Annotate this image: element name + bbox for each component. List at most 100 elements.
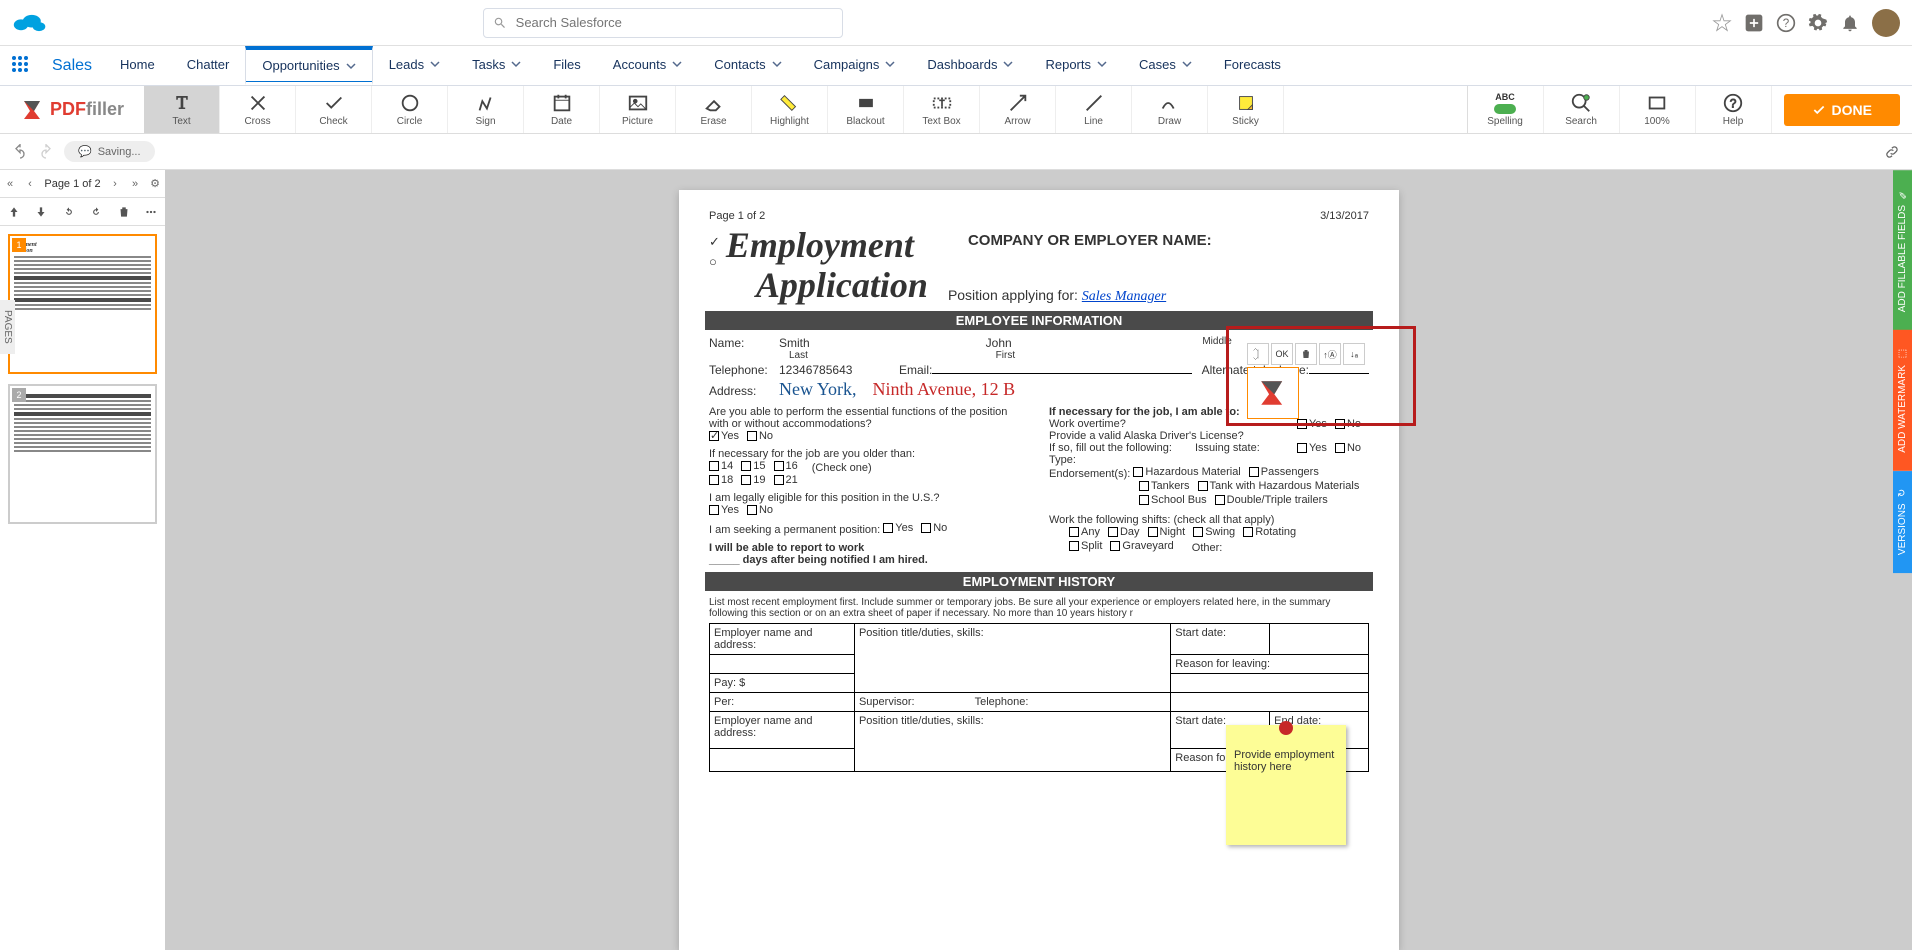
address-street[interactable]: Ninth Avenue, 12 B (873, 379, 1016, 400)
sign-tool[interactable]: Sign (448, 86, 524, 133)
arrow-tool[interactable]: Arrow (980, 86, 1056, 133)
add-icon[interactable] (1744, 13, 1764, 33)
picture-tool[interactable]: Picture (600, 86, 676, 133)
spelling-tool[interactable]: ABCSpelling (1468, 86, 1544, 133)
svg-text:?: ? (1730, 97, 1737, 111)
circle-tool[interactable]: Circle (372, 86, 448, 133)
doc-page-info: Page 1 of 2 (709, 210, 765, 222)
nav-item-contacts[interactable]: Contacts (698, 46, 797, 85)
nav-item-files[interactable]: Files (537, 46, 596, 85)
callout-size-down-icon[interactable]: ↓ₐ (1343, 343, 1365, 365)
text-tool[interactable]: TText (144, 86, 220, 133)
document-viewport[interactable]: Page 1 of 2 3/13/2017 ✓○ Employment Appl… (166, 170, 1912, 950)
nav-item-accounts[interactable]: Accounts (597, 46, 698, 85)
favorite-icon[interactable] (1712, 13, 1732, 33)
doc-date: 3/13/2017 (1320, 210, 1369, 222)
check-tool[interactable]: Check (296, 86, 372, 133)
pager-settings-icon[interactable]: ⚙ (145, 177, 165, 190)
global-search (483, 8, 843, 38)
header-actions: ? (1712, 9, 1900, 37)
rotate-left-icon[interactable] (62, 205, 76, 219)
callout-delete-icon[interactable] (1295, 343, 1317, 365)
link-icon[interactable] (1884, 144, 1900, 160)
first-name-value[interactable]: John (986, 336, 1012, 350)
page-thumbnail[interactable]: 2 (8, 384, 157, 524)
address-city[interactable]: New York, (779, 379, 857, 400)
doc-title-line1: Employment (726, 226, 928, 266)
pager: « ‹ Page 1 of 2 › » ⚙ (0, 170, 165, 198)
search-icon (493, 16, 507, 30)
pager-prev[interactable]: ‹ (20, 178, 40, 190)
pdffiller-toolbar: PDFfiller TTextCrossCheckCircleSignDateP… (0, 86, 1912, 134)
sticky-tool[interactable]: Sticky (1208, 86, 1284, 133)
user-avatar[interactable] (1872, 9, 1900, 37)
position-value[interactable]: Sales Manager (1082, 289, 1166, 304)
svg-text:?: ? (1783, 17, 1790, 30)
image-annotation-callout: OK ↑Ⓐ ↓ₐ (1226, 326, 1416, 426)
cross-tool[interactable]: Cross (220, 86, 296, 133)
notifications-icon[interactable] (1840, 13, 1860, 33)
salesforce-logo-icon (12, 10, 48, 36)
svg-text:T: T (939, 99, 944, 108)
date-tool[interactable]: Date (524, 86, 600, 133)
rotate-right-icon[interactable] (89, 205, 103, 219)
draw-tool[interactable]: Draw (1132, 86, 1208, 133)
sticky-note[interactable]: Provide employment history here (1226, 725, 1346, 845)
search-input[interactable] (483, 8, 843, 38)
thumbnail-tools (0, 198, 165, 226)
app-launcher-icon[interactable] (0, 55, 40, 76)
help-icon[interactable]: ? (1776, 13, 1796, 33)
help-tool[interactable]: ?Help (1696, 86, 1772, 133)
line-tool[interactable]: Line (1056, 86, 1132, 133)
nav-item-campaigns[interactable]: Campaigns (798, 46, 912, 85)
status-text: 💬Saving... (64, 141, 155, 162)
add-watermark-tab[interactable]: ADD WATERMARK ⬚ (1893, 330, 1912, 471)
page-thumbnail[interactable]: 1 ploymentlication (8, 234, 157, 374)
delete-page-icon[interactable] (117, 205, 131, 219)
nav-item-leads[interactable]: Leads (373, 46, 456, 85)
pager-first[interactable]: « (0, 178, 20, 190)
callout-move-icon[interactable] (1247, 343, 1269, 365)
highlight-tool[interactable]: Highlight (752, 86, 828, 133)
pager-last[interactable]: » (125, 178, 145, 190)
telephone-value[interactable]: 12346785643 (779, 363, 879, 377)
setup-gear-icon[interactable] (1808, 13, 1828, 33)
last-name-value[interactable]: Smith (779, 336, 810, 350)
nav-item-cases[interactable]: Cases (1123, 46, 1208, 85)
nav-item-tasks[interactable]: Tasks (456, 46, 537, 85)
thumbnails-list: 1 ploymentlication 2 (0, 226, 165, 950)
nav-item-home[interactable]: Home (104, 46, 171, 85)
pdffiller-logo: PDFfiller (0, 97, 144, 123)
add-fillable-fields-tab[interactable]: ADD FILLABLE FIELDS ✎ (1893, 170, 1912, 330)
nav-item-dashboards[interactable]: Dashboards (911, 46, 1029, 85)
move-down-icon[interactable] (34, 205, 48, 219)
zoom-tool[interactable]: 100% (1620, 86, 1696, 133)
inserted-image[interactable] (1247, 367, 1299, 419)
blackout-tool[interactable]: Blackout (828, 86, 904, 133)
email-field[interactable] (932, 373, 1191, 374)
done-button[interactable]: DONE (1784, 94, 1900, 126)
doc-title-line2: Application (726, 266, 928, 306)
app-name: Sales (40, 57, 104, 75)
versions-tab[interactable]: VERSIONS ↻ (1893, 471, 1912, 573)
salesforce-nav: Sales HomeChatterOpportunitiesLeadsTasks… (0, 46, 1912, 86)
more-icon[interactable] (144, 205, 158, 219)
callout-size-up-icon[interactable]: ↑Ⓐ (1319, 343, 1341, 365)
radio-bullets: ✓○ (709, 234, 720, 269)
erase-tool[interactable]: Erase (676, 86, 752, 133)
company-label: COMPANY OR EMPLOYER NAME: (968, 232, 1212, 249)
salesforce-header: ? (0, 0, 1912, 46)
text-box-tool[interactable]: TText Box (904, 86, 980, 133)
nav-item-opportunities[interactable]: Opportunities (245, 46, 372, 85)
undo-icon[interactable] (12, 144, 28, 160)
redo-icon[interactable] (38, 144, 54, 160)
pager-info: Page 1 of 2 (40, 178, 105, 190)
pages-collapse-tab[interactable]: PAGES (0, 300, 15, 354)
nav-item-chatter[interactable]: Chatter (171, 46, 246, 85)
nav-item-reports[interactable]: Reports (1029, 46, 1123, 85)
pager-next[interactable]: › (105, 178, 125, 190)
nav-item-forecasts[interactable]: Forecasts (1208, 46, 1297, 85)
callout-ok-button[interactable]: OK (1271, 343, 1293, 365)
search-tool[interactable]: Search (1544, 86, 1620, 133)
move-up-icon[interactable] (7, 205, 21, 219)
